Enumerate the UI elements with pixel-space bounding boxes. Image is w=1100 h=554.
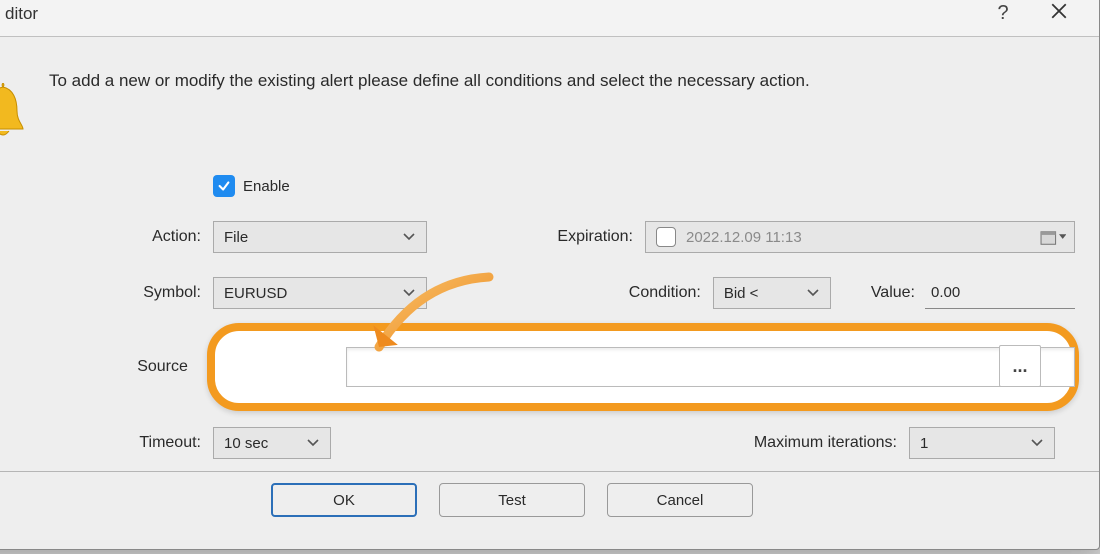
value-input[interactable]: 0.00 — [925, 277, 1075, 309]
test-label: Test — [498, 492, 526, 509]
enable-checkbox-wrap[interactable]: Enable — [213, 175, 1075, 197]
max-iterations-label: Maximum iterations: — [754, 434, 909, 452]
value-label: Value: — [871, 284, 925, 302]
cancel-label: Cancel — [657, 492, 704, 509]
browse-button[interactable]: ... — [999, 345, 1041, 387]
chevron-down-icon — [400, 289, 418, 297]
calendar-icon[interactable] — [1040, 228, 1066, 246]
bell-icon — [0, 83, 27, 141]
condition-label: Condition: — [563, 284, 713, 302]
ok-label: OK — [333, 492, 355, 509]
help-button[interactable]: ? — [975, 0, 1031, 36]
chevron-down-icon — [1028, 439, 1046, 447]
max-iterations-select[interactable]: 1 — [909, 427, 1055, 459]
timeout-label: Timeout: — [83, 434, 213, 452]
expiration-field[interactable]: 2022.12.09 11:13 — [645, 221, 1075, 253]
expiration-enable-checkbox[interactable] — [656, 227, 676, 247]
instruction-text: To add a new or modify the existing aler… — [49, 71, 810, 91]
titlebar: ditor ? — [0, 0, 1099, 37]
symbol-value: EURUSD — [224, 285, 400, 302]
enable-label: Enable — [243, 178, 290, 195]
window-title: ditor — [5, 4, 38, 24]
source-input[interactable] — [346, 347, 1075, 387]
condition-select[interactable]: Bid < — [713, 277, 831, 309]
close-icon — [1050, 2, 1068, 26]
enable-checkbox[interactable] — [213, 175, 235, 197]
symbol-label: Symbol: — [83, 284, 213, 302]
action-select[interactable]: File — [213, 221, 427, 253]
timeout-select[interactable]: 10 sec — [213, 427, 331, 459]
action-label: Action: — [83, 228, 213, 246]
condition-value: Bid < — [724, 285, 804, 302]
help-icon: ? — [997, 2, 1008, 25]
max-iterations-value: 1 — [920, 435, 1028, 452]
symbol-select[interactable]: EURUSD — [213, 277, 427, 309]
ellipsis-icon: ... — [1012, 356, 1027, 377]
cancel-button[interactable]: Cancel — [607, 483, 753, 517]
chevron-down-icon — [400, 233, 418, 241]
test-button[interactable]: Test — [439, 483, 585, 517]
timeout-value: 10 sec — [224, 435, 304, 452]
expiration-value: 2022.12.09 11:13 — [686, 229, 1030, 246]
action-value: File — [224, 229, 400, 246]
chevron-down-icon — [804, 289, 822, 297]
value-text: 0.00 — [931, 284, 960, 301]
close-button[interactable] — [1031, 0, 1087, 36]
ok-button[interactable]: OK — [271, 483, 417, 517]
chevron-down-icon — [304, 439, 322, 447]
separator — [0, 471, 1099, 472]
source-label: Source — [83, 358, 200, 376]
alert-editor-dialog: ditor ? To add a new or modify the exist… — [0, 0, 1100, 550]
expiration-label: Expiration: — [495, 228, 645, 246]
